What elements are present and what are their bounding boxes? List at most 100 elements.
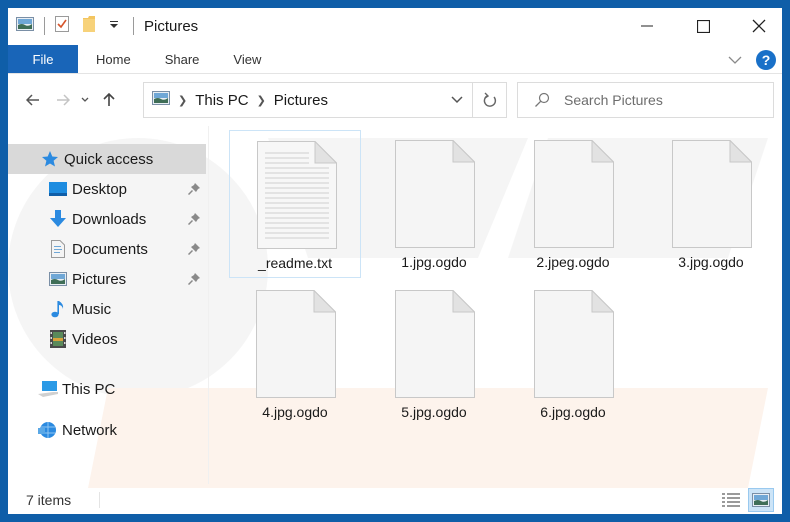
forward-button[interactable] <box>50 85 76 115</box>
file-list: _readme.txt 1.jpg.ogdo 2.jpeg.ogdo 3.jpg… <box>218 126 782 486</box>
file-explorer-window: Pictures File Home Share View ? ❯ This P… <box>8 8 782 514</box>
sidebar-item-label: Desktop <box>72 180 128 198</box>
blank-file-icon <box>256 290 336 398</box>
file-item[interactable]: 5.jpg.ogdo <box>368 280 500 428</box>
breadcrumb-this-pc[interactable]: This PC <box>195 92 248 109</box>
address-bar[interactable]: ❯ This PC ❯ Pictures <box>143 82 507 118</box>
tab-share[interactable]: Share <box>148 45 217 73</box>
blank-file-icon <box>534 140 614 248</box>
computer-icon <box>38 379 58 399</box>
sidebar-item-desktop[interactable]: Desktop <box>48 174 206 204</box>
title-bar: Pictures <box>8 8 782 44</box>
file-name: 3.jpg.ogdo <box>678 254 744 270</box>
breadcrumb-pictures[interactable]: Pictures <box>274 92 328 109</box>
blank-file-icon <box>395 140 475 248</box>
file-item[interactable]: 3.jpg.ogdo <box>645 130 777 278</box>
navigation-bar: ❯ This PC ❯ Pictures <box>8 78 782 122</box>
breadcrumb-separator-icon: ❯ <box>178 94 188 107</box>
pin-icon[interactable] <box>187 242 200 259</box>
search-icon <box>535 92 550 107</box>
back-button[interactable] <box>20 85 46 115</box>
maximize-icon <box>696 19 710 33</box>
toolbar-separator <box>133 17 134 35</box>
properties-icon[interactable] <box>55 15 69 37</box>
expand-ribbon-chevron-icon[interactable] <box>728 51 742 69</box>
file-item[interactable]: 6.jpg.ogdo <box>507 280 639 428</box>
sidebar-item-downloads[interactable]: Downloads <box>48 204 206 234</box>
pin-icon[interactable] <box>187 182 200 199</box>
pictures-icon <box>48 269 68 289</box>
sidebar-item-quick-access[interactable]: Quick access <box>8 144 206 174</box>
close-icon <box>752 19 766 33</box>
ribbon-tabs: File Home Share View ? <box>8 45 782 74</box>
sidebar-item-label: Pictures <box>72 270 127 288</box>
help-button[interactable]: ? <box>756 50 776 70</box>
sidebar-item-label: Downloads <box>72 210 147 228</box>
close-button[interactable] <box>736 8 782 44</box>
details-view-icon <box>722 493 740 507</box>
minimize-button[interactable] <box>624 8 670 44</box>
sidebar-item-this-pc[interactable]: This PC <box>38 374 206 404</box>
details-view-button[interactable] <box>718 488 744 512</box>
file-item[interactable]: _readme.txt <box>229 130 361 278</box>
sidebar-item-label: Documents <box>72 240 148 258</box>
large-icons-view-button[interactable] <box>748 488 774 512</box>
chevron-down-icon <box>81 97 89 102</box>
refresh-icon <box>483 92 496 107</box>
search-input[interactable] <box>564 92 754 108</box>
item-count: 7 items <box>26 492 72 508</box>
window-title: Pictures <box>144 17 199 35</box>
forward-arrow-icon <box>57 94 70 106</box>
sidebar-item-label: Music <box>72 300 112 318</box>
tab-view[interactable]: View <box>216 45 278 73</box>
file-name: 4.jpg.ogdo <box>262 404 328 420</box>
sidebar-item-label: Videos <box>72 330 118 348</box>
download-arrow-icon <box>48 209 68 229</box>
minimize-icon <box>641 25 653 27</box>
maximize-button[interactable] <box>680 8 726 44</box>
sidebar-item-pictures[interactable]: Pictures <box>48 264 206 294</box>
network-icon <box>38 420 58 440</box>
file-item[interactable]: 1.jpg.ogdo <box>368 130 500 278</box>
new-folder-icon[interactable] <box>83 15 95 37</box>
sidebar-item-videos[interactable]: Videos <box>48 324 206 354</box>
sidebar-item-label: This PC <box>62 380 116 398</box>
file-name: 1.jpg.ogdo <box>401 254 467 270</box>
music-note-icon <box>48 299 68 319</box>
file-name: 6.jpg.ogdo <box>540 404 606 420</box>
up-button[interactable] <box>96 85 122 115</box>
blank-file-icon <box>534 290 614 398</box>
customize-toolbar-dropdown-icon[interactable] <box>109 17 119 35</box>
pin-icon[interactable] <box>187 212 200 229</box>
star-icon <box>40 149 60 169</box>
file-name: _readme.txt <box>258 255 332 271</box>
search-box[interactable] <box>517 82 774 118</box>
sidebar-item-documents[interactable]: Documents <box>48 234 206 264</box>
up-arrow-icon <box>103 93 115 106</box>
status-bar: 7 items <box>8 486 782 514</box>
text-file-icon <box>257 141 337 249</box>
refresh-button[interactable] <box>472 83 506 117</box>
sidebar-item-label: Quick access <box>64 150 154 168</box>
tab-file[interactable]: File <box>8 45 78 73</box>
blank-file-icon <box>395 290 475 398</box>
large-icons-view-icon <box>752 493 770 507</box>
pane-divider[interactable] <box>208 126 209 484</box>
pictures-location-icon <box>152 91 170 109</box>
pin-icon[interactable] <box>187 272 200 289</box>
recent-locations-button[interactable] <box>76 85 94 115</box>
document-icon <box>48 239 68 259</box>
file-item[interactable]: 2.jpeg.ogdo <box>507 130 639 278</box>
film-icon <box>48 329 68 349</box>
address-history-dropdown[interactable] <box>442 96 472 104</box>
chevron-down-icon <box>451 96 463 104</box>
pictures-window-icon <box>16 16 34 36</box>
sidebar-item-network[interactable]: Network <box>38 415 206 445</box>
breadcrumb-separator-icon: ❯ <box>256 94 266 107</box>
file-item[interactable]: 4.jpg.ogdo <box>229 280 361 428</box>
quick-access-toolbar <box>16 15 138 37</box>
desktop-icon <box>48 179 68 199</box>
sidebar-item-music[interactable]: Music <box>48 294 206 324</box>
back-arrow-icon <box>26 94 39 106</box>
tab-home[interactable]: Home <box>78 45 148 73</box>
